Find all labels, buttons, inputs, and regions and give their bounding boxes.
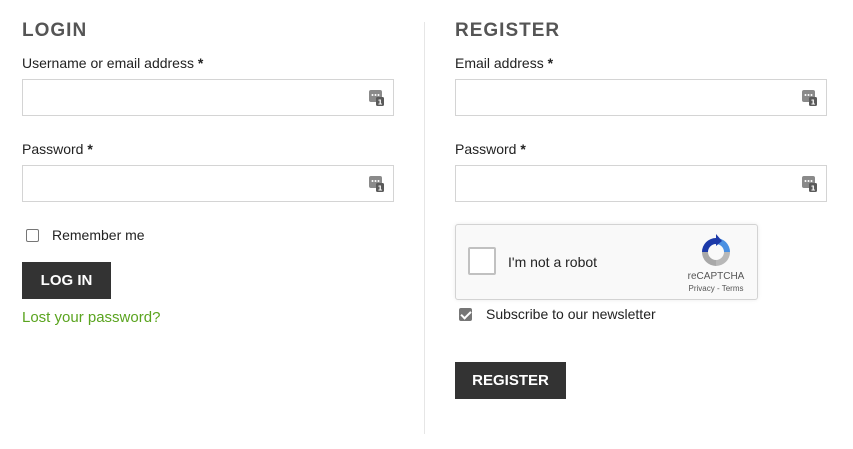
lost-password-link[interactable]: Lost your password? (22, 309, 160, 326)
login-password-label-text: Password (22, 141, 84, 157)
recaptcha-logo-icon (702, 234, 730, 266)
register-password-label: Password * (455, 141, 526, 157)
required-mark: * (197, 55, 204, 71)
recaptcha-privacy-link[interactable]: Privacy (689, 284, 715, 293)
login-button[interactable]: LOG IN (22, 262, 111, 299)
required-mark: * (520, 141, 526, 157)
remember-me-checkbox[interactable] (26, 228, 39, 242)
register-email-input[interactable] (456, 80, 826, 115)
password-manager-icon[interactable]: 1 (369, 90, 384, 106)
register-button[interactable]: REGISTER (455, 362, 566, 399)
svg-text:1: 1 (811, 99, 816, 107)
password-manager-icon[interactable]: 1 (802, 90, 817, 106)
recaptcha-widget: I'm not a robot reCAPTCHA Privacy - Term… (455, 224, 758, 300)
recaptcha-brand: reCAPTCHA (687, 271, 745, 282)
newsletter-row[interactable]: Subscribe to our newsletter (459, 306, 656, 322)
register-heading: REGISTER (455, 20, 561, 41)
login-password-input[interactable] (23, 166, 393, 201)
svg-text:1: 1 (811, 185, 816, 193)
newsletter-label: Subscribe to our newsletter (486, 306, 656, 322)
required-mark: * (87, 141, 93, 157)
recaptcha-links: Privacy - Terms (678, 284, 754, 293)
remember-me-row[interactable]: Remember me (26, 227, 145, 243)
register-password-label-text: Password (455, 141, 517, 157)
newsletter-checkbox[interactable] (459, 307, 472, 321)
svg-text:1: 1 (378, 185, 383, 193)
username-input[interactable] (23, 80, 393, 115)
login-password-field[interactable]: 1 (22, 165, 394, 202)
register-password-field[interactable]: 1 (455, 165, 827, 202)
username-label-text: Username or email address (22, 55, 194, 71)
login-password-label: Password * (22, 141, 93, 157)
login-heading: LOGIN (22, 20, 88, 41)
svg-text:1: 1 (378, 99, 383, 107)
register-password-input[interactable] (456, 166, 826, 201)
recaptcha-terms-link[interactable]: Terms (722, 284, 744, 293)
recaptcha-label: I'm not a robot (508, 254, 598, 270)
password-manager-icon[interactable]: 1 (802, 176, 817, 192)
email-label-text: Email address (455, 55, 544, 71)
required-mark: * (547, 55, 554, 71)
recaptcha-separator: - (714, 284, 722, 293)
email-label: Email address * (455, 55, 553, 71)
recaptcha-checkbox[interactable] (468, 247, 496, 275)
username-field[interactable]: 1 (22, 79, 394, 116)
remember-me-label: Remember me (52, 227, 145, 243)
register-email-field[interactable]: 1 (455, 79, 827, 116)
username-label: Username or email address * (22, 55, 203, 71)
column-divider (424, 22, 425, 434)
password-manager-icon[interactable]: 1 (369, 176, 384, 192)
